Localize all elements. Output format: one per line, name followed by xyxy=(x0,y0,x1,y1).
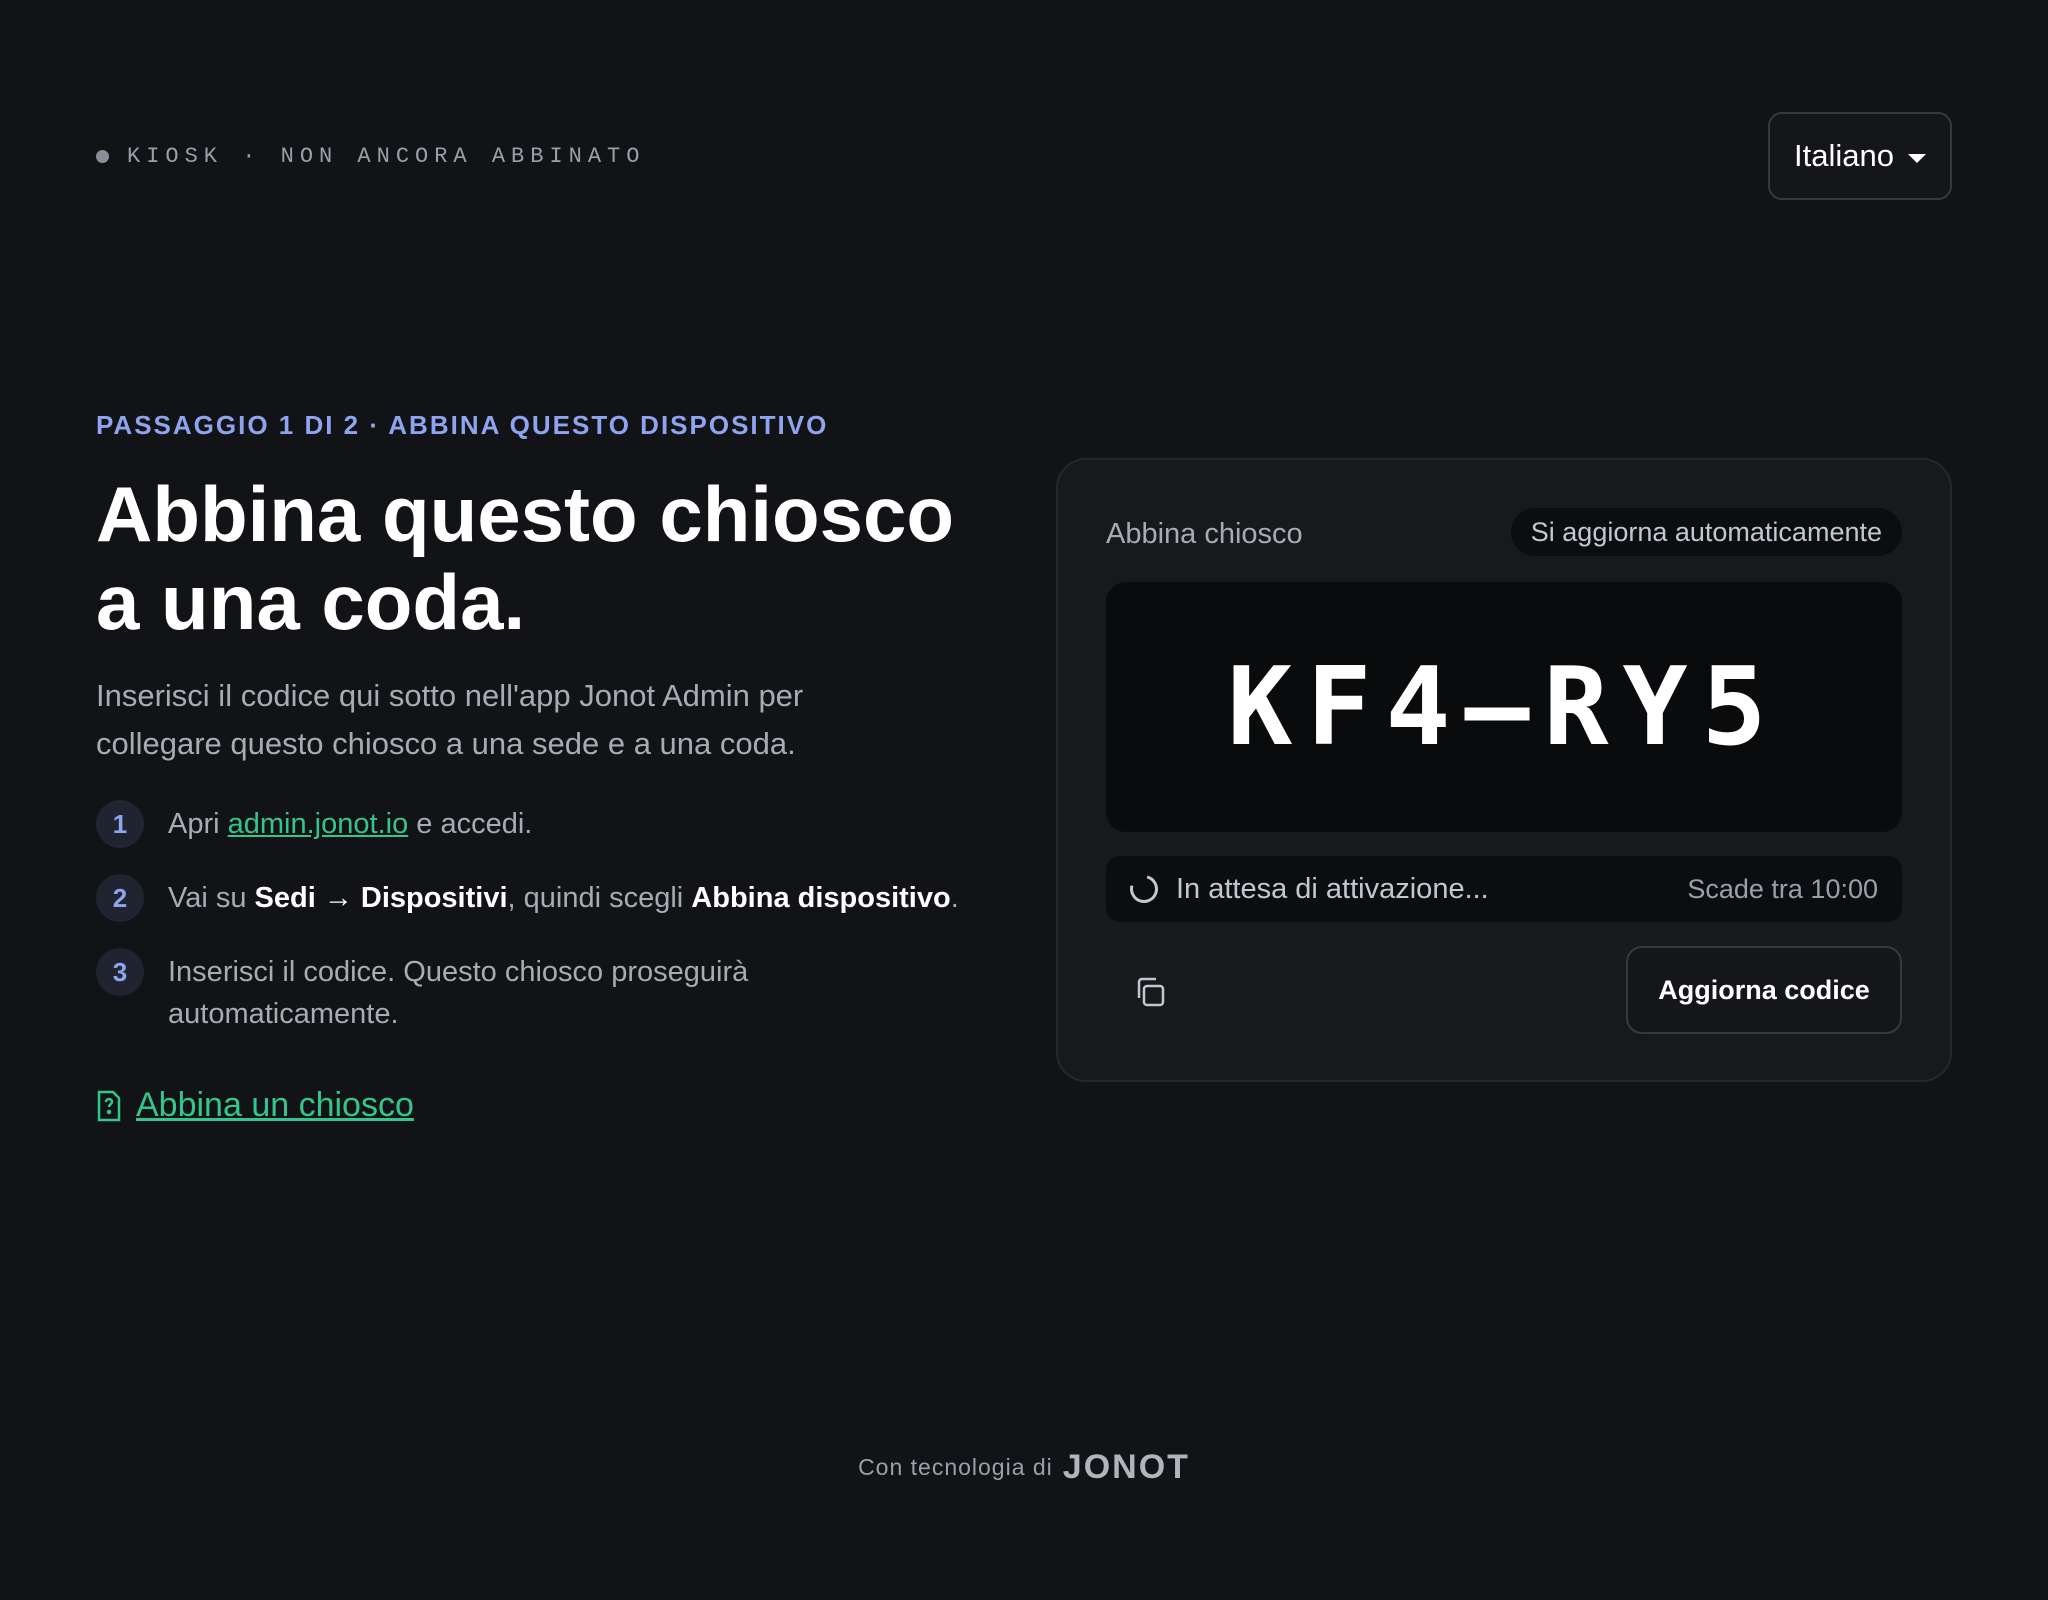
activation-status-bar: In attesa di attivazione... Scade tra 10… xyxy=(1106,856,1902,922)
help-link-label: Abbina un chiosco xyxy=(136,1086,414,1124)
page-title: Abbina questo chiosco a una coda. xyxy=(96,470,955,646)
waiting-text: In attesa di attivazione... xyxy=(1176,872,1489,905)
step-indicator: PASSAGGIO 1 DI 2 · ABBINA QUESTO DISPOSI… xyxy=(96,410,829,440)
step-text: Vai su Sedi → Dispositivi, quindi scegli… xyxy=(168,882,959,914)
pairing-card: Abbina chiosco Si aggiorna automaticamen… xyxy=(1056,458,1952,1082)
device-status: KIOSK · NON ANCORA ABBINATO xyxy=(96,144,645,169)
step-number: 1 xyxy=(96,800,144,848)
powered-by-text: Con tecnologia di xyxy=(858,1454,1053,1480)
auto-refresh-badge: Si aggiorna automaticamente xyxy=(1510,508,1902,556)
refresh-code-button[interactable]: Aggiorna codice xyxy=(1626,946,1902,1034)
copy-code-button[interactable] xyxy=(1126,968,1174,1016)
step-text: Apri admin.jonot.io e accedi. xyxy=(168,808,533,840)
language-select[interactable]: Italiano xyxy=(1768,112,1952,200)
step-number: 3 xyxy=(96,948,144,996)
expiry-text: Scade tra 10:00 xyxy=(1687,873,1878,904)
card-title: Abbina chiosco xyxy=(1106,518,1303,550)
step-1: 1 Apri admin.jonot.io e accedi. xyxy=(96,800,996,848)
intro-description: Inserisci il codice qui sotto nell'app J… xyxy=(96,678,804,761)
pair-kiosk-help-link[interactable]: Abbina un chiosco xyxy=(96,1086,414,1125)
status-dot xyxy=(96,150,109,163)
chevron-down-icon xyxy=(1907,153,1926,163)
brand-logo: JONOT xyxy=(1062,1448,1190,1486)
pairing-code: KF4–RY5 xyxy=(1227,644,1781,770)
admin-link[interactable]: admin.jonot.io xyxy=(228,808,409,840)
step-3: 3 Inserisci il codice. Questo chiosco pr… xyxy=(96,948,996,1035)
language-value: Italiano xyxy=(1794,138,1894,173)
step-2: 2 Vai su Sedi → Dispositivi, quindi sceg… xyxy=(96,874,996,922)
status-text: KIOSK · NON ANCORA ABBINATO xyxy=(127,144,646,169)
help-doc-icon xyxy=(97,1090,121,1121)
copy-icon xyxy=(1137,977,1165,1007)
step-text: Inserisci il codice. Questo chiosco pros… xyxy=(168,956,749,1030)
pairing-code-box: KF4–RY5 xyxy=(1106,582,1902,832)
spinner-icon xyxy=(1124,869,1164,909)
footer: Con tecnologia di JONOT xyxy=(0,1448,2048,1487)
instruction-steps: 1 Apri admin.jonot.io e accedi. 2 Vai su… xyxy=(96,800,996,1061)
kiosk-pairing-page: KIOSK · NON ANCORA ABBINATO Italiano PAS… xyxy=(0,0,2048,1600)
step-number: 2 xyxy=(96,874,144,922)
